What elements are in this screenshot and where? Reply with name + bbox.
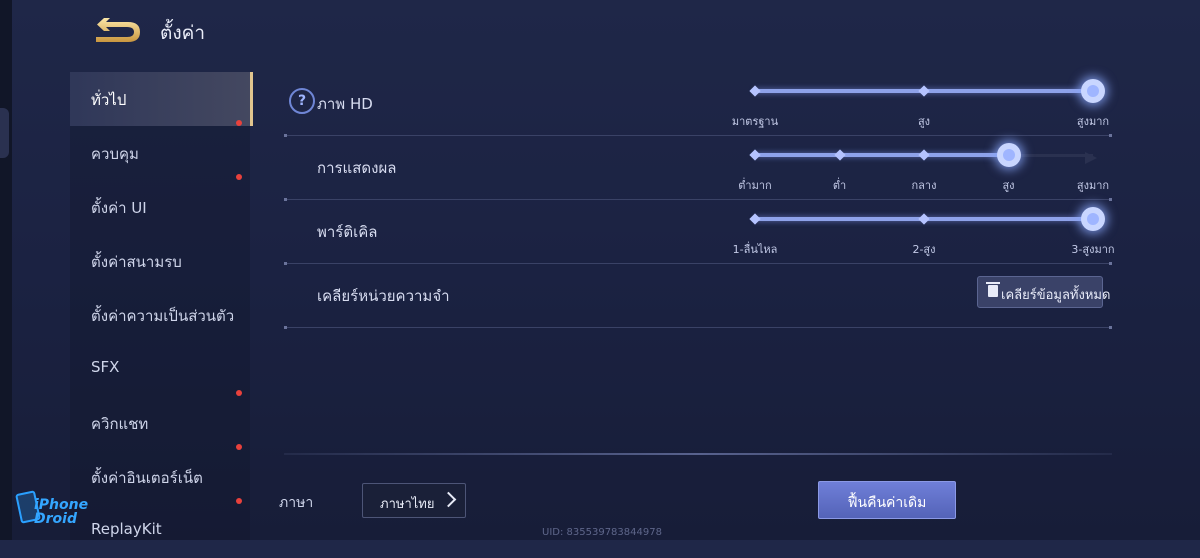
sidebar: ทั่วไป ควบคุม ตั้งค่า UI ตั้งค่าสนามรบ ต… <box>70 72 253 540</box>
screen-notch <box>0 108 9 158</box>
slider-option-label[interactable]: สูง <box>918 112 930 130</box>
setting-row-display: การแสดงผล ต่ำมาก ต่ำ กลาง สูง สูงมาก <box>284 136 1112 201</box>
watermark-text: iPhone Droid <box>34 498 88 526</box>
sidebar-item-label: SFX <box>91 358 120 376</box>
slider-option-label[interactable]: สูงมาก <box>1077 112 1109 130</box>
slider-knob[interactable] <box>1081 79 1105 103</box>
slider-tick <box>833 149 846 161</box>
language-value: ภาษาไทย <box>380 497 435 512</box>
setting-label: ภาพ HD <box>317 95 373 113</box>
setting-label: เคลียร์หน่วยความจำ <box>317 287 450 305</box>
restore-defaults-button[interactable]: ฟื้นคืนค่าเดิม <box>818 481 956 519</box>
sidebar-item-label: ตั้งค่าสนามรบ <box>91 253 182 271</box>
setting-label: พาร์ติเคิล <box>317 223 378 241</box>
slider-tick <box>918 213 930 225</box>
slider-option-label[interactable]: 1-ลื่นไหล <box>733 240 778 258</box>
setting-row-hd: ? ภาพ HD มาตรฐาน สูง สูงมาก <box>284 72 1112 137</box>
uid-text: UID: 835539783844978 <box>542 527 662 538</box>
slider-tick <box>918 85 930 97</box>
setting-label: การแสดงผล <box>317 159 397 177</box>
slider-arrow-icon <box>1085 152 1097 164</box>
sidebar-item-label: ReplayKit <box>91 520 162 538</box>
page-title: ตั้งค่า <box>160 22 205 44</box>
notification-dot <box>236 444 242 450</box>
slider-option-label[interactable]: ต่ำมาก <box>738 176 771 194</box>
sidebar-item-controls[interactable]: ควบคุม <box>70 120 250 180</box>
sidebar-item-label: ควิกแชท <box>91 415 149 433</box>
hd-slider[interactable]: มาตรฐาน สูง สูงมาก <box>732 76 1110 134</box>
language-select[interactable]: ภาษาไทย <box>362 483 466 518</box>
sidebar-item-internet[interactable]: ตั้งค่าอินเตอร์เน็ต <box>70 444 250 504</box>
slider-tick <box>749 85 761 97</box>
particle-slider[interactable]: 1-ลื่นไหล 2-สูง 3-สูงมาก <box>733 204 1115 262</box>
slider-option-label[interactable]: มาตรฐาน <box>732 112 778 130</box>
footer-divider <box>284 453 1112 455</box>
button-label: เคลียร์ข้อมูลทั้งหมด <box>1001 288 1111 303</box>
notification-dot <box>236 498 242 504</box>
setting-row-particle: พาร์ติเคิล 1-ลื่นไหล 2-สูง 3-สูงมาก <box>284 200 1115 265</box>
back-button[interactable] <box>92 18 142 46</box>
sidebar-item-label: ตั้งค่าอินเตอร์เน็ต <box>91 469 203 487</box>
slider-option-label[interactable]: สูงมาก <box>1077 176 1109 194</box>
trash-icon <box>986 282 1000 297</box>
screen-edge <box>0 0 12 540</box>
sidebar-item-privacy[interactable]: ตั้งค่าความเป็นส่วนตัว <box>70 288 250 342</box>
slider-knob[interactable] <box>1081 207 1105 231</box>
slider-option-label[interactable]: กลาง <box>912 176 937 194</box>
sidebar-item-battlefield[interactable]: ตั้งค่าสนามรบ <box>70 234 250 288</box>
slider-tick <box>749 213 761 225</box>
sidebar-item-label: ตั้งค่าความเป็นส่วนตัว <box>91 307 235 325</box>
display-slider[interactable]: ต่ำมาก ต่ำ กลาง สูง สูงมาก <box>738 140 1110 198</box>
sidebar-item-label: ทั่วไป <box>91 91 127 109</box>
slider-tick <box>749 149 761 161</box>
sidebar-item-quick-chat[interactable]: ควิกแชท <box>70 390 250 450</box>
notification-dot <box>236 120 242 126</box>
slider-option-label[interactable]: ต่ำ <box>833 176 846 194</box>
slider-tick <box>918 149 930 161</box>
back-arrow-icon <box>96 18 140 42</box>
chevron-right-icon <box>440 491 457 508</box>
language-label: ภาษา <box>279 495 314 511</box>
sidebar-item-label: ตั้งค่า UI <box>91 199 147 217</box>
slider-option-label[interactable]: 2-สูง <box>912 240 935 258</box>
notification-dot <box>236 390 242 396</box>
slider-knob[interactable] <box>996 143 1021 167</box>
sidebar-item-replaykit[interactable]: ReplayKit <box>70 498 250 558</box>
watermark-line-2: Droid <box>34 511 77 527</box>
sidebar-item-sfx[interactable]: SFX <box>70 342 250 396</box>
sidebar-item-general[interactable]: ทั่วไป <box>70 72 253 126</box>
slider-fill <box>755 153 1009 157</box>
watermark-logo: iPhone Droid <box>14 490 94 532</box>
slider-option-label[interactable]: สูง <box>1002 176 1014 194</box>
sidebar-item-ui-settings[interactable]: ตั้งค่า UI <box>70 174 250 234</box>
sidebar-item-label: ควบคุม <box>91 145 139 163</box>
button-label: ฟื้นคืนค่าเดิม <box>847 495 927 511</box>
clear-all-data-button[interactable]: เคลียร์ข้อมูลทั้งหมด <box>977 276 1110 308</box>
slider-option-label[interactable]: 3-สูงมาก <box>1071 240 1114 258</box>
help-icon[interactable]: ? <box>289 88 315 114</box>
header: ตั้งค่า <box>0 0 1200 64</box>
watermark-line-1: iPhone <box>34 497 89 513</box>
notification-dot <box>236 174 242 180</box>
divider <box>284 326 1112 329</box>
